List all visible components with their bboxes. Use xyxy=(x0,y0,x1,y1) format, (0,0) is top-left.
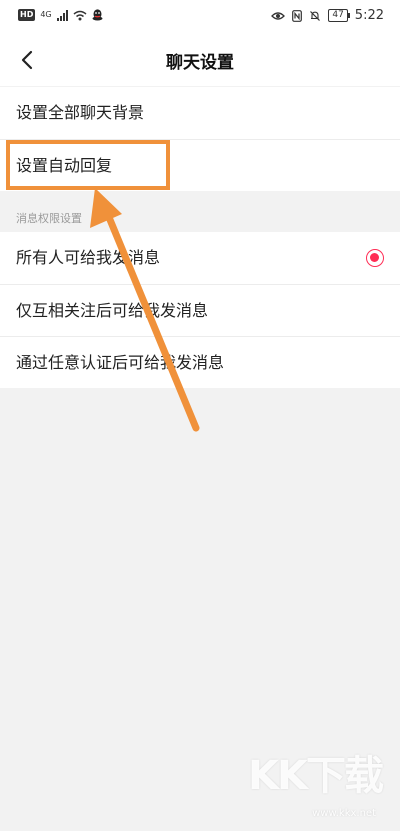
watermark-logo: KK下载 xyxy=(248,753,384,799)
annotation-arrow-icon xyxy=(90,188,200,432)
watermark-url: www.kkx.net xyxy=(312,808,376,819)
